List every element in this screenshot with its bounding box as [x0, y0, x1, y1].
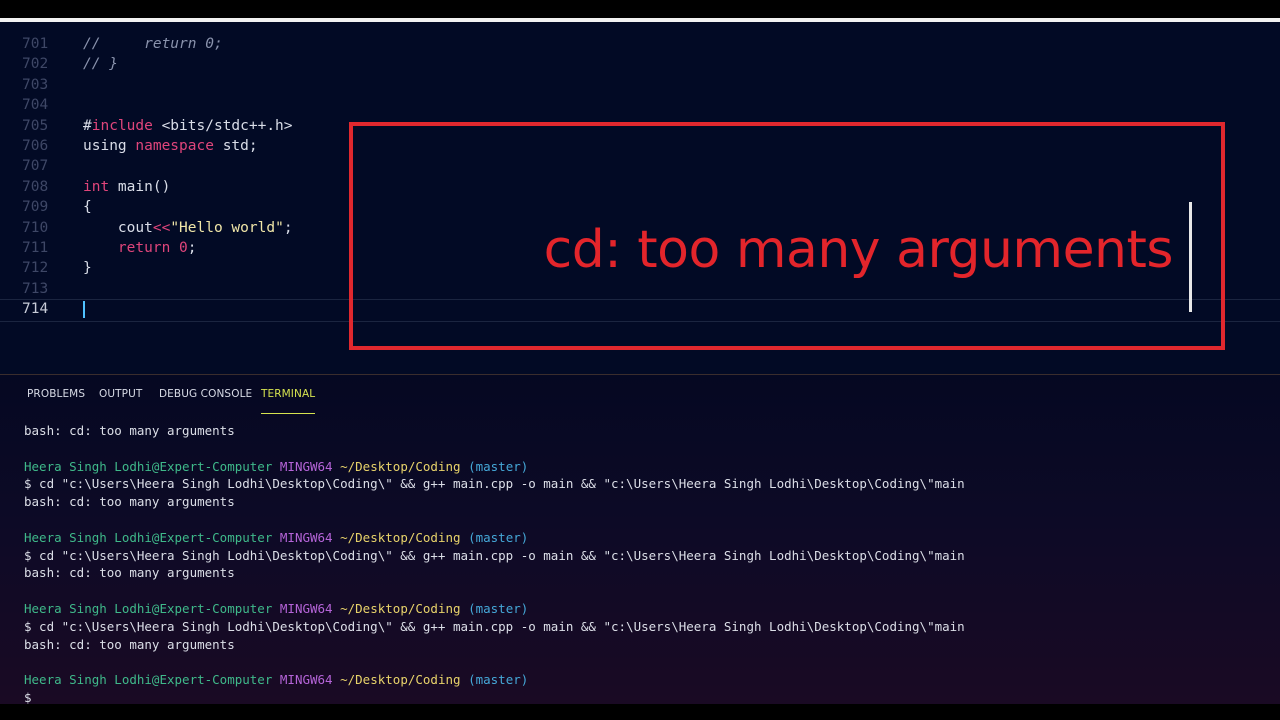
code-token: int [83, 178, 110, 195]
code-token: ; [187, 240, 197, 256]
code-text: cout<<"Hello world"; [83, 218, 293, 239]
code-token: { [83, 199, 92, 216]
code-text: #include <bits/stdc++.h> [83, 116, 293, 137]
terminal-line: Heera Singh Lodhi@Expert-Computer MINGW6… [24, 600, 1264, 618]
code-text: using namespace std; [83, 136, 258, 157]
terminal-ming: MINGW64 [279, 529, 333, 545]
terminal-line: bash: cd: too many arguments [24, 493, 1264, 511]
code-text: { [83, 197, 92, 218]
code-text: // } [83, 54, 118, 75]
terminal-branch: (master) [468, 529, 529, 545]
terminal-line: bash: cd: too many arguments [24, 422, 1264, 440]
code-token: include [91, 117, 153, 134]
line-number: 703 [22, 76, 49, 93]
code-token: <bits/stdc++.h> [152, 117, 293, 134]
terminal-user: Heera Singh Lodhi@Expert-Computer [24, 672, 273, 688]
line-number: 712 [22, 260, 49, 277]
terminal-user: Heera Singh Lodhi@Expert-Computer [24, 458, 273, 474]
terminal-user: Heera Singh Lodhi@Expert-Computer [24, 600, 273, 616]
terminal-text: $ [24, 689, 32, 705]
code-line: 702 // } [0, 54, 1280, 75]
terminal-line: Heera Singh Lodhi@Expert-Computer MINGW6… [24, 458, 1264, 476]
terminal-output[interactable]: bash: cd: too many arguments Heera Singh … [24, 422, 1264, 707]
code-text: int main() [83, 177, 170, 198]
code-line: 703 [0, 75, 1280, 96]
terminal-line: $ cd "c:\Users\Heera Singh Lodhi\Desktop… [24, 547, 1264, 565]
terminal-branch: (master) [468, 672, 529, 688]
code-token: 0 [179, 240, 188, 256]
line-number: 713 [22, 280, 49, 297]
bottom-panel: PROBLEMS OUTPUT DEBUG CONSOLE TERMINAL b… [0, 374, 1280, 705]
terminal-text: $ cd "c:\Users\Heera Singh Lodhi\Desktop… [24, 618, 965, 634]
tab-problems[interactable]: PROBLEMS [27, 387, 85, 409]
code-text: return 0; [83, 238, 197, 259]
code-token: main() [109, 178, 171, 195]
terminal-ming: MINGW64 [279, 458, 333, 474]
terminal-ming: MINGW64 [279, 672, 333, 688]
code-line: 704 [0, 95, 1280, 116]
terminal-path: ~/Desktop/Coding [340, 600, 461, 616]
terminal-text: $ cd "c:\Users\Heera Singh Lodhi\Desktop… [24, 476, 965, 492]
callout-cursor [1189, 202, 1192, 312]
terminal-line: Heera Singh Lodhi@Expert-Computer MINGW6… [24, 529, 1264, 547]
terminal-line: Heera Singh Lodhi@Expert-Computer MINGW6… [24, 671, 1264, 689]
terminal-text: bash: cd: too many arguments [24, 494, 235, 510]
terminal-branch: (master) [468, 458, 529, 474]
text-caret [83, 301, 85, 318]
top-black-bar [0, 0, 1280, 18]
terminal-branch: (master) [468, 600, 529, 616]
code-token: ; [283, 219, 293, 236]
line-number: 706 [22, 138, 49, 154]
code-token: // } [83, 56, 118, 73]
line-number: 704 [22, 97, 49, 114]
tab-output[interactable]: OUTPUT [99, 387, 142, 409]
line-number: 707 [22, 158, 49, 175]
line-number: 705 [22, 117, 49, 134]
line-number: 710 [22, 219, 49, 236]
terminal-text: bash: cd: too many arguments [24, 423, 235, 438]
code-token: // return 0; [83, 36, 223, 52]
code-token: "Hello world" [170, 219, 284, 236]
terminal-line: $ cd "c:\Users\Heera Singh Lodhi\Desktop… [24, 475, 1264, 493]
line-number: 702 [22, 56, 49, 73]
code-text: } [83, 258, 92, 279]
terminal-text: $ cd "c:\Users\Heera Singh Lodhi\Desktop… [24, 547, 965, 563]
code-token: cout [83, 219, 153, 236]
code-text: // return 0; [83, 34, 223, 55]
terminal-text: bash: cd: too many arguments [24, 565, 235, 581]
bottom-black-bar [0, 704, 1280, 720]
line-number: 711 [22, 240, 49, 256]
terminal-user: Heera Singh Lodhi@Expert-Computer [24, 529, 273, 545]
terminal-text: bash: cd: too many arguments [24, 636, 235, 652]
terminal-path: ~/Desktop/Coding [340, 458, 461, 474]
error-callout-box: cd: too many arguments [349, 122, 1225, 350]
terminal-line: bash: cd: too many arguments [24, 636, 1264, 654]
code-line: 701 // return 0; [0, 34, 1280, 55]
code-token: # [83, 117, 92, 134]
code-token: << [152, 219, 171, 236]
terminal-ming: MINGW64 [279, 600, 333, 616]
line-number: 708 [22, 178, 49, 195]
tab-debug-console[interactable]: DEBUG CONSOLE [159, 387, 252, 409]
terminal-path: ~/Desktop/Coding [340, 672, 461, 688]
line-number: 701 [22, 36, 49, 52]
code-token: return [117, 240, 171, 256]
line-number: 714 [22, 301, 49, 318]
callout-text: cd: too many arguments [543, 220, 1174, 280]
code-token: namespace [135, 138, 214, 154]
terminal-line: bash: cd: too many arguments [24, 564, 1264, 582]
line-number: 709 [22, 199, 49, 216]
terminal-line: $ cd "c:\Users\Heera Singh Lodhi\Desktop… [24, 618, 1264, 636]
code-token: std; [213, 138, 258, 154]
code-token: using [83, 138, 136, 154]
terminal-path: ~/Desktop/Coding [340, 529, 461, 545]
tab-terminal[interactable]: TERMINAL [261, 387, 316, 414]
code-token: } [83, 260, 92, 277]
